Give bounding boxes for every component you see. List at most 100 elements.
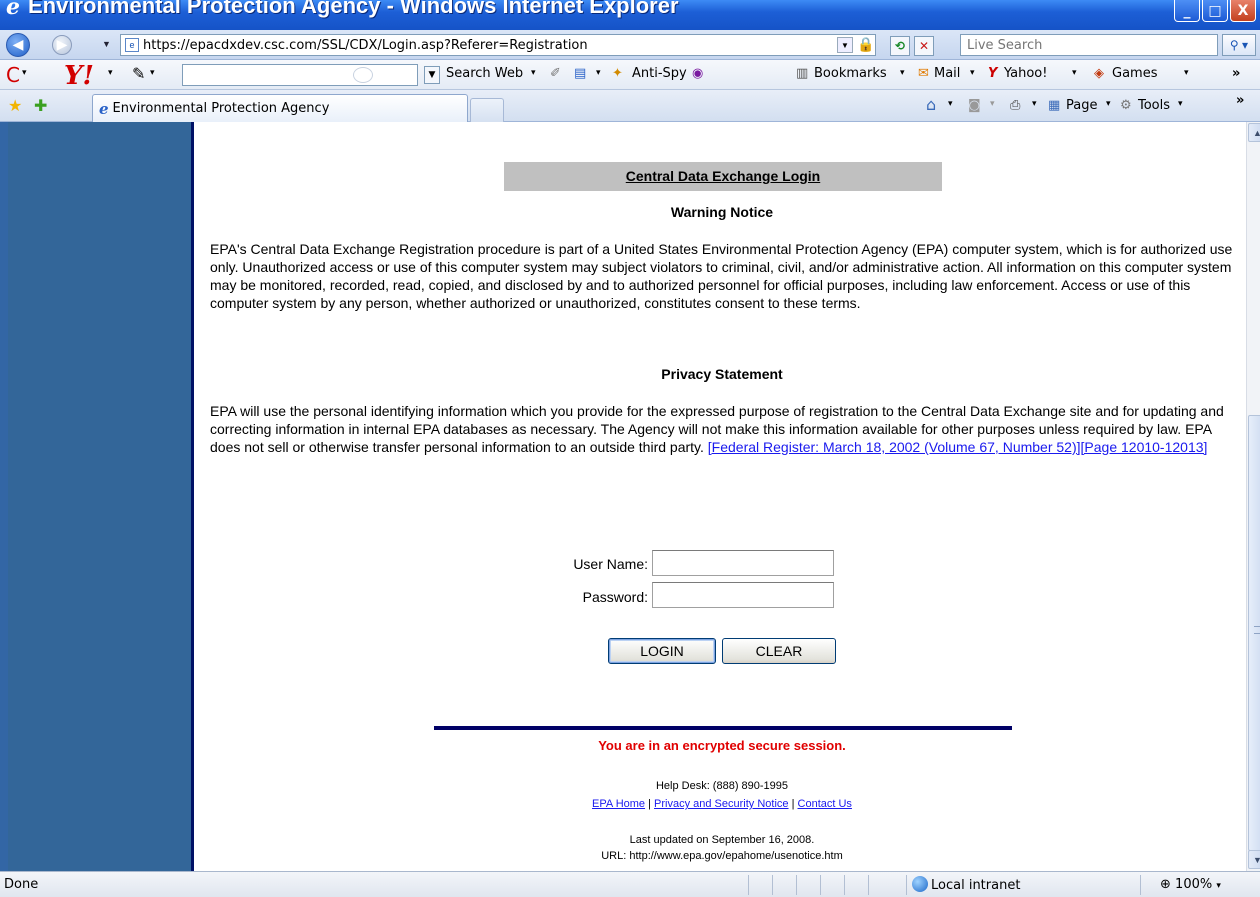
page-icon-cmd: ▦ [1048, 98, 1061, 113]
add-favorites-icon[interactable]: ✚ [34, 96, 47, 115]
tools-menu-dropdown-icon[interactable]: ▾ [1178, 99, 1183, 109]
anti-spy-button[interactable]: Anti-Spy [632, 66, 687, 81]
games-button[interactable]: Games [1112, 66, 1157, 81]
bookmarks-button[interactable]: Bookmarks [814, 66, 887, 81]
vertical-scrollbar[interactable]: ▲ ▼ [1246, 122, 1260, 871]
back-button[interactable]: ◀ [6, 33, 30, 57]
security-zone-label: Local intranet [931, 878, 1021, 893]
zoom-level: 100% [1175, 877, 1213, 892]
scroll-up-icon: ▲ [1253, 127, 1260, 138]
last-updated-text: Last updated on September 16, 2008. [629, 834, 815, 846]
page-menu-dropdown-icon[interactable]: ▾ [1106, 99, 1111, 109]
page-icon: e [125, 38, 139, 52]
games-icon: ◈ [1094, 66, 1104, 81]
feeds-dropdown-icon[interactable]: ▾ [990, 99, 995, 109]
usenotice-url-text: URL: http://www.epa.gov/epahome/usenotic… [601, 850, 843, 862]
print-dropdown-icon[interactable]: ▾ [1032, 99, 1037, 109]
window-title: Environmental Protection Agency - Window… [28, 0, 679, 18]
scroll-down-icon: ▼ [1253, 854, 1260, 865]
print-icon[interactable]: ⎙ [1010, 98, 1020, 113]
window-controls: _ □ X [1174, 0, 1256, 22]
privacy-statement-heading: Privacy Statement [661, 366, 783, 382]
close-button[interactable]: X [1230, 0, 1256, 22]
privacy-statement-paragraph: EPA will use the personal identifying in… [210, 402, 1238, 456]
epa-home-link[interactable]: EPA Home [592, 798, 645, 810]
tab-bar: ★ ✚ e Environmental Protection Agency ⌂ … [0, 90, 1260, 122]
pencil-dropdown-icon[interactable]: ▾ [150, 68, 155, 78]
search-web-button[interactable]: Search Web [446, 66, 523, 81]
security-zone[interactable]: Local intranet [912, 876, 1020, 893]
favorites-star-icon[interactable]: ★ [8, 96, 22, 115]
feeds-icon[interactable]: ◙ [968, 98, 981, 113]
status-divider [1140, 875, 1141, 895]
refresh-icon: ⟲ [894, 39, 906, 53]
password-input[interactable] [652, 582, 834, 608]
page-content: Central Data Exchange Login Warning Noti… [202, 122, 1242, 871]
radio-icon[interactable]: ◉ [692, 66, 703, 81]
yahoo-dropdown-icon[interactable]: ▾ [108, 68, 113, 78]
games-dropdown-icon[interactable]: ▾ [1184, 68, 1189, 78]
scroll-up-button[interactable]: ▲ [1248, 123, 1260, 142]
search-web-dropdown-icon[interactable]: ▾ [531, 68, 536, 78]
stop-button[interactable]: ✕ [914, 36, 934, 56]
footer-divider [434, 726, 1012, 730]
back-arrow-icon: ◀ [12, 37, 24, 53]
forward-arrow-icon: ▶ [56, 37, 68, 53]
scroll-thumb[interactable] [1248, 415, 1260, 851]
clear-button[interactable]: CLEAR [722, 638, 836, 664]
live-search-input[interactable] [961, 35, 1217, 55]
mail-button[interactable]: Mail [934, 66, 960, 81]
page-viewport: Central Data Exchange Login Warning Noti… [0, 122, 1260, 871]
search-swirl-icon [353, 67, 373, 83]
new-tab-button[interactable] [470, 98, 504, 122]
title-bar: e Environmental Protection Agency - Wind… [0, 0, 1260, 30]
search-dropdown-icon[interactable]: ▼ [424, 66, 440, 84]
history-dropdown-icon[interactable]: ▼ [102, 39, 111, 49]
privacy-security-link[interactable]: Privacy and Security Notice [654, 798, 789, 810]
contact-us-link[interactable]: Contact Us [798, 798, 852, 810]
forward-button[interactable]: ▶ [52, 35, 72, 55]
yahoo-c-icon[interactable]: C [6, 63, 20, 87]
form-fill-icon[interactable]: ▤ [574, 66, 586, 81]
home-dropdown-icon[interactable]: ▾ [948, 99, 953, 109]
login-button[interactable]: LOGIN [608, 638, 716, 664]
address-dropdown-icon[interactable]: ▼ [837, 37, 853, 53]
yahoo-logo-icon[interactable]: Y! [64, 61, 94, 91]
federal-register-link[interactable]: [Federal Register: March 18, 2002 (Volum… [708, 439, 1208, 455]
yahoo-c-dropdown-icon[interactable]: ▾ [22, 68, 27, 78]
zoom-dropdown-icon[interactable]: ▾ [1216, 881, 1221, 891]
status-divider [772, 875, 773, 895]
maximize-button[interactable]: □ [1202, 0, 1228, 22]
stop-icon: ✕ [918, 39, 930, 53]
username-input[interactable] [652, 550, 834, 576]
page-menu[interactable]: Page [1066, 98, 1097, 113]
highlight-pen-icon[interactable]: ✐ [550, 66, 561, 81]
bookmarks-dropdown-icon[interactable]: ▾ [900, 68, 905, 78]
mail-dropdown-icon[interactable]: ▾ [970, 68, 975, 78]
address-bar[interactable]: e https://epacdxdev.csc.com/SSL/CDX/Logi… [120, 34, 876, 56]
status-text: Done [4, 877, 39, 892]
form-fill-dropdown-icon[interactable]: ▾ [596, 68, 601, 78]
status-divider [820, 875, 821, 895]
help-desk-text: Help Desk: (888) 890-1995 [655, 780, 789, 792]
toolbar-overflow-icon[interactable]: » [1232, 66, 1240, 81]
address-url[interactable]: https://epacdxdev.csc.com/SSL/CDX/Login.… [143, 38, 588, 53]
yahoo-search-box[interactable] [182, 64, 418, 86]
tools-menu[interactable]: Tools [1138, 98, 1170, 113]
lock-icon[interactable]: 🔒 [857, 36, 874, 54]
status-bar: Done Local intranet ⊕ 100% ▾ [0, 871, 1260, 897]
intranet-globe-icon [912, 876, 928, 892]
pencil-icon[interactable]: ✎ [132, 64, 145, 83]
zoom-control[interactable]: ⊕ 100% ▾ [1160, 877, 1221, 892]
home-icon[interactable]: ⌂ [926, 95, 936, 114]
tab-environmental-protection-agency[interactable]: e Environmental Protection Agency [92, 94, 468, 122]
search-go-button[interactable]: ⚲ ▾ [1222, 34, 1256, 56]
yahoo-button[interactable]: Yahoo! [1004, 66, 1047, 81]
scroll-down-button[interactable]: ▼ [1248, 850, 1260, 869]
live-search-box[interactable] [960, 34, 1218, 56]
minimize-button[interactable]: _ [1174, 0, 1200, 22]
zoom-magnifier-icon: ⊕ [1160, 877, 1171, 892]
command-overflow-icon[interactable]: » [1236, 93, 1244, 108]
refresh-button[interactable]: ⟲ [890, 36, 910, 56]
yahoo-link-dropdown-icon[interactable]: ▾ [1072, 68, 1077, 78]
